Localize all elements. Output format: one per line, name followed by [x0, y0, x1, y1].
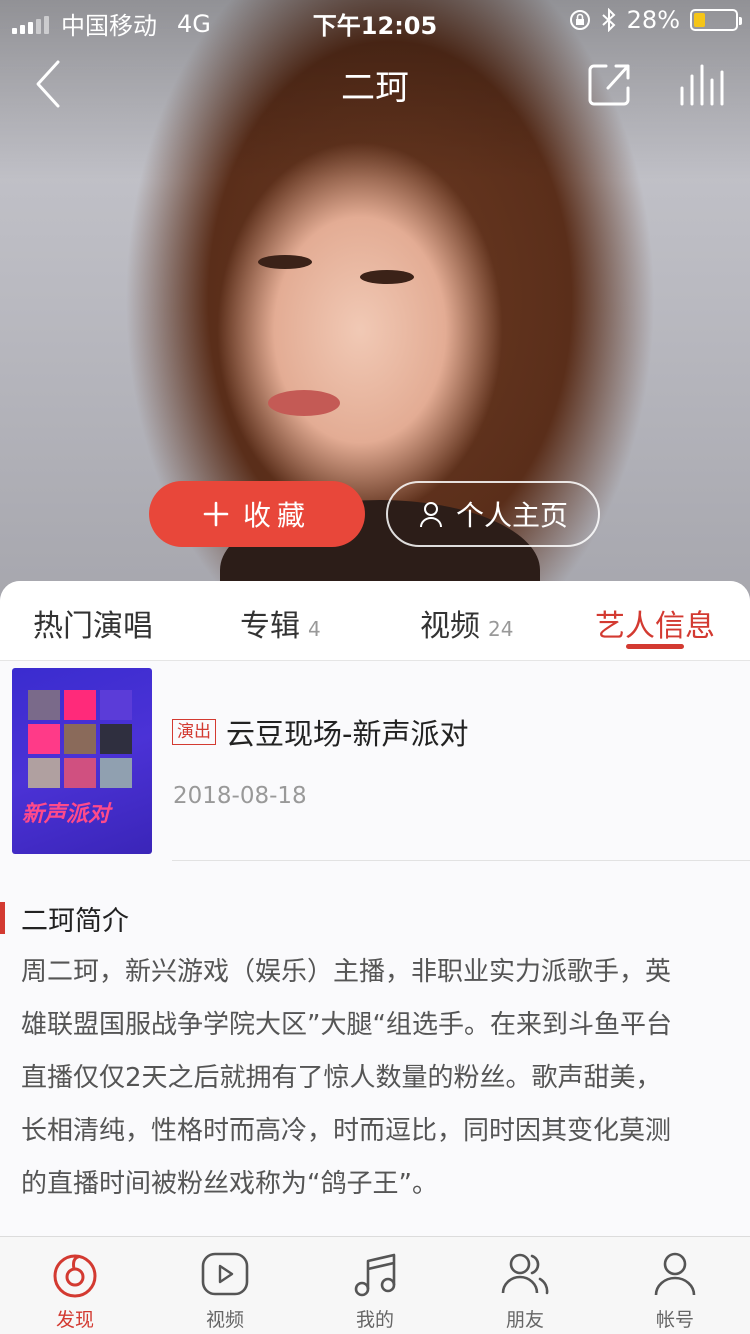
tab-video[interactable]: 视频	[150, 1237, 300, 1334]
friends-icon	[501, 1253, 549, 1295]
discover-icon	[53, 1254, 97, 1298]
tab-label: 艺人信息	[595, 609, 715, 644]
event-poster[interactable]: 新声派对	[12, 668, 152, 854]
plus-icon	[203, 501, 229, 527]
event-type-badge: 演出	[172, 719, 216, 745]
photo-eye-right	[360, 270, 414, 284]
battery-icon	[690, 9, 742, 31]
video-icon	[201, 1252, 249, 1296]
artist-bio: 周二珂，新兴游戏（娱乐）主播，非职业实力派歌手，英 雄联盟国服战争学院大区”大腿…	[21, 946, 726, 1211]
battery-percent: 28%	[626, 6, 680, 34]
bio-line: 雄联盟国服战争学院大区”大腿“组选手。在来到斗鱼平台	[21, 1010, 672, 1040]
event-title[interactable]: 云豆现场-新声派对	[226, 711, 468, 753]
tab-label: 朋友	[505, 1309, 544, 1331]
tab-hot-songs[interactable]: 热门演唱	[33, 601, 153, 645]
battery-level-fill	[694, 13, 706, 27]
artist-content-card: 热门演唱 专辑 4 视频 24 艺人信息 新声派对 演出 云豆现场-新声派对 201…	[0, 581, 750, 1236]
tab-label: 帐号	[655, 1309, 694, 1331]
tab-count: 4	[308, 617, 321, 641]
music-note-icon	[354, 1253, 396, 1297]
tab-discover[interactable]: 发现	[0, 1237, 150, 1334]
photo-eye-left	[258, 255, 312, 269]
bio-line: 直播仅仅2天之后就拥有了惊人数量的粉丝。歌声甜美，	[21, 1063, 662, 1093]
homepage-label: 个人主页	[455, 499, 568, 532]
bluetooth-icon	[601, 8, 616, 32]
divider	[172, 860, 750, 861]
tab-account[interactable]: 帐号	[600, 1237, 750, 1334]
page-title: 二珂	[341, 68, 409, 108]
bottom-tab-bar: 发现 视频 我的 朋友 帐号	[0, 1236, 750, 1334]
status-bar: 中国移动 4G 下午12:05 28%	[0, 0, 750, 40]
tab-label: 热门演唱	[33, 609, 153, 644]
section-marker	[0, 902, 5, 934]
tab-albums[interactable]: 专辑 4	[240, 601, 321, 645]
tab-mine[interactable]: 我的	[300, 1237, 450, 1334]
artist-tabs: 热门演唱 专辑 4 视频 24 艺人信息	[0, 581, 750, 661]
share-icon[interactable]	[584, 58, 636, 110]
tab-label: 视频	[420, 609, 480, 644]
account-icon	[654, 1252, 696, 1296]
tab-label: 发现	[55, 1309, 94, 1331]
tab-count: 24	[488, 617, 514, 641]
favorite-label: 收藏	[242, 499, 311, 532]
active-tab-indicator	[626, 644, 684, 649]
navigation-bar: 二珂	[0, 40, 750, 128]
tab-label: 我的	[355, 1309, 394, 1331]
orientation-lock-icon	[569, 10, 590, 30]
tab-videos[interactable]: 视频 24	[420, 601, 513, 645]
tab-label: 视频	[205, 1309, 244, 1331]
bio-line: 的直播时间被粉丝戏称为“鸽子王”。	[21, 1169, 438, 1199]
favorite-button[interactable]: 收藏	[149, 481, 365, 547]
event-date: 2018-08-18	[173, 783, 307, 809]
bio-line: 周二珂，新兴游戏（娱乐）主播，非职业实力派歌手，英	[21, 957, 672, 987]
tab-label: 专辑	[240, 609, 300, 644]
now-playing-bars-icon[interactable]	[676, 58, 728, 110]
personal-homepage-button[interactable]: 个人主页	[386, 481, 600, 547]
intro-title: 二珂简介	[21, 906, 129, 937]
person-icon	[419, 502, 442, 528]
tab-friends[interactable]: 朋友	[450, 1237, 600, 1334]
bio-line: 长相清纯，性格时而高冷，时而逗比，同时因其变化莫测	[21, 1116, 672, 1146]
tab-artist-info[interactable]: 艺人信息	[595, 601, 715, 645]
poster-title: 新声派对	[22, 802, 111, 827]
poster-photo-grid	[28, 690, 132, 788]
photo-lips	[268, 390, 340, 416]
